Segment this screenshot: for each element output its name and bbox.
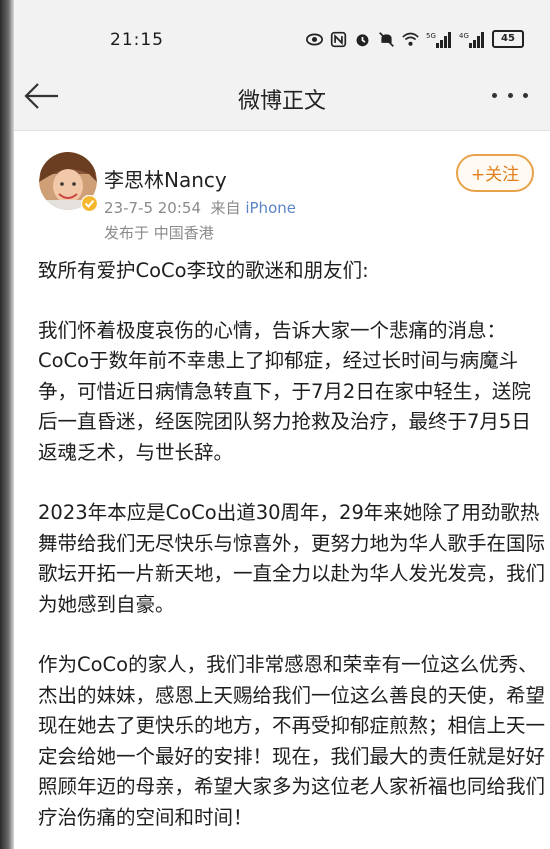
battery-icon: 45: [492, 30, 524, 48]
wifi-icon: [402, 32, 419, 46]
author-name[interactable]: 李思林Nancy: [104, 164, 227, 193]
follow-button[interactable]: +关注: [456, 154, 534, 192]
nav-bar: 微博正文: [14, 66, 550, 131]
post-paragraph: 我们怀着极度哀伤的心情，告诉大家一个悲痛的消息：CoCo于数年前不幸患上了抑郁症…: [38, 318, 531, 464]
more-dots-icon: [492, 92, 497, 98]
signal-5g-icon: 5G: [426, 31, 451, 48]
post-paragraph: 致所有爱护CoCo李玟的歌迷和朋友们:: [38, 259, 369, 282]
alarm-icon: [356, 33, 369, 46]
signal-4g-label: 4G: [459, 32, 469, 40]
post-paragraph: 2023年本应是CoCo出道30周年，29年来她除了用劲歌热舞带给我们无尽快乐与…: [38, 501, 546, 616]
post-body: 致所有爱护CoCo李玟的歌迷和朋友们: 我们怀着极度哀伤的心情，告诉大家一个悲痛…: [38, 256, 548, 849]
mute-icon: [379, 31, 394, 47]
post-date: 23-7-5 20:54: [104, 199, 201, 217]
signal-4g-icon: 4G: [459, 31, 484, 48]
status-time: 21:15: [110, 30, 164, 50]
weibo-post-screen: 21:15 5G 4G 45 微博正文 李思林Nancy 23-7-5 20:5…: [0, 0, 550, 849]
eye-icon: [306, 33, 323, 45]
post-source[interactable]: iPhone: [245, 199, 296, 217]
status-icons: 5G 4G 45: [306, 30, 524, 48]
page-title: 微博正文: [237, 89, 326, 114]
verified-badge-icon: [81, 195, 98, 212]
post-meta: 23-7-5 20:54 来自 iPhone: [104, 197, 296, 218]
post-paragraph: 作为CoCo的家人，我们非常感恩和荣幸有一位这么优秀、杰出的妹妹，感恩上天赐给我…: [38, 653, 546, 829]
more-dots-icon: [507, 92, 513, 98]
signal-5g-label: 5G: [426, 32, 436, 40]
more-dots-icon: [523, 92, 528, 98]
source-prefix: 来自: [210, 199, 241, 217]
nfc-icon: [330, 31, 347, 47]
more-options-button[interactable]: [492, 80, 528, 110]
device-bezel: [0, 0, 14, 849]
post-location: 发布于 中国香港: [104, 224, 214, 242]
